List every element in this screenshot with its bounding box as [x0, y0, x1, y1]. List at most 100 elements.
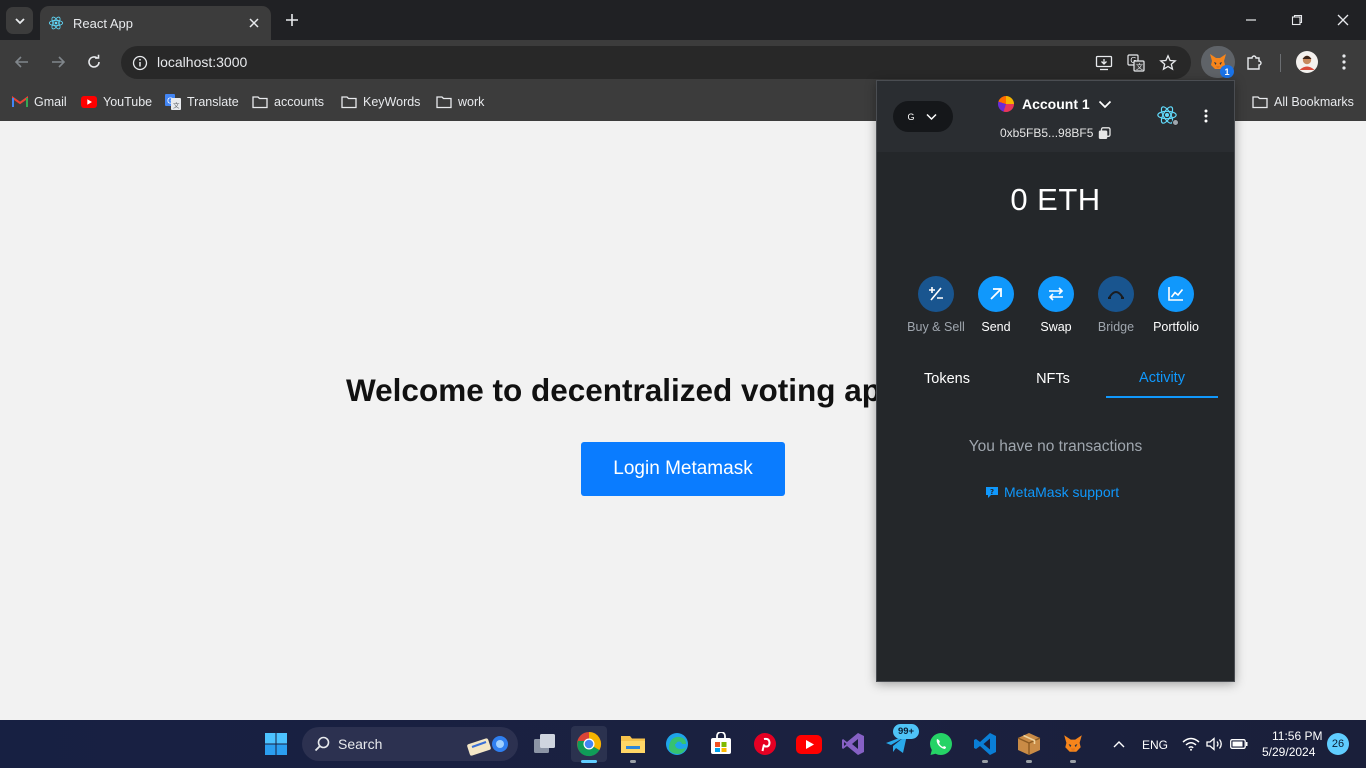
youtube-icon: [796, 734, 822, 754]
search-icon: [314, 736, 330, 752]
taskbar-box-app[interactable]: [1011, 726, 1047, 762]
taskbar-telegram[interactable]: 99+: [879, 724, 919, 762]
account-picker[interactable]: Account 1: [998, 96, 1112, 112]
network-picker[interactable]: G: [893, 101, 953, 132]
taskbar-youtube[interactable]: [791, 726, 827, 762]
address-bar[interactable]: localhost:3000 G文: [121, 46, 1191, 79]
whatsapp-icon: [930, 733, 952, 755]
chevron-up-icon: [1113, 741, 1125, 748]
metamask-extension-button[interactable]: 1: [1201, 46, 1235, 78]
reload-button[interactable]: [80, 48, 108, 76]
tab-close-button[interactable]: [245, 14, 263, 32]
bookmark-folder-accounts[interactable]: accounts: [252, 92, 324, 112]
folder-icon: [341, 94, 357, 110]
taskbar-edge[interactable]: [659, 726, 695, 762]
metamask-menu-button[interactable]: [1197, 105, 1215, 127]
chat-support-icon: ?: [986, 487, 998, 498]
taskbar-store[interactable]: [703, 726, 739, 762]
taskbar-file-explorer[interactable]: [615, 726, 651, 762]
support-link-label: MetaMask support: [1004, 484, 1120, 500]
kebab-menu-icon: [1204, 109, 1208, 123]
windows-icon: [265, 733, 287, 755]
metamask-support-link[interactable]: ? MetaMask support: [985, 484, 1119, 500]
restore-button[interactable]: [1285, 8, 1309, 32]
vscode-icon: [974, 733, 996, 755]
start-button[interactable]: [258, 726, 294, 762]
tab-activity[interactable]: Activity: [1106, 360, 1218, 398]
tab-title: React App: [73, 15, 133, 31]
all-bookmarks-button[interactable]: All Bookmarks: [1252, 92, 1354, 112]
bookmark-gmail[interactable]: Gmail: [12, 92, 67, 112]
bookmark-star-button[interactable]: [1156, 51, 1180, 75]
notification-count-badge[interactable]: 26: [1327, 733, 1349, 755]
task-view-icon: [534, 734, 555, 753]
plus-icon: [286, 14, 298, 26]
battery-status[interactable]: [1228, 726, 1250, 762]
empty-activity-message: You have no transactions: [968, 438, 1143, 455]
close-icon: [249, 18, 259, 28]
url-text: localhost:3000: [157, 54, 248, 70]
bookmark-folder-keywords[interactable]: KeyWords: [341, 92, 420, 112]
running-indicator: [1026, 760, 1032, 763]
minimize-button[interactable]: [1239, 8, 1263, 32]
connection-status-dot: [1172, 119, 1179, 126]
translate-icon: G文: [165, 94, 181, 110]
forward-button[interactable]: [44, 48, 72, 76]
profile-button[interactable]: [1293, 48, 1321, 76]
close-icon: [1337, 14, 1349, 26]
swap-arrows-icon: [1048, 287, 1064, 301]
clock-date[interactable]: 5/29/2024: [1262, 745, 1315, 759]
bookmark-label: work: [458, 95, 485, 109]
account-address-copy[interactable]: 0xb5FB5...98BF5: [1000, 126, 1112, 140]
tab-tokens[interactable]: Tokens: [894, 360, 1000, 398]
browser-tab[interactable]: React App: [40, 6, 271, 40]
taskbar-pinterest[interactable]: [747, 726, 783, 762]
portfolio-button[interactable]: Portfolio: [1140, 276, 1212, 334]
puzzle-icon: [1247, 55, 1262, 70]
browser-menu-button[interactable]: [1330, 48, 1358, 76]
input-language[interactable]: ENG: [1142, 738, 1168, 752]
volume-status[interactable]: [1204, 726, 1226, 762]
site-info-button[interactable]: [127, 50, 152, 75]
send-circle: [978, 276, 1014, 312]
folder-icon: [1252, 94, 1268, 110]
translate-page-button[interactable]: G文: [1124, 51, 1148, 75]
show-hidden-icons-button[interactable]: [1102, 726, 1136, 762]
extensions-button[interactable]: [1241, 48, 1269, 76]
restore-icon: [1291, 14, 1303, 26]
taskbar-metamask[interactable]: [1055, 726, 1091, 762]
edge-icon: [666, 733, 688, 755]
bookmark-youtube[interactable]: YouTube: [81, 92, 152, 112]
bookmark-translate[interactable]: G文 Translate: [165, 92, 239, 112]
active-indicator: [581, 760, 597, 763]
taskbar-vscode[interactable]: [967, 726, 1003, 762]
reload-icon: [88, 54, 100, 68]
clock-time[interactable]: 11:56 PM: [1272, 729, 1322, 743]
tab-search-button[interactable]: [6, 7, 33, 34]
taskbar-chrome[interactable]: [571, 726, 607, 762]
speaker-icon: [1206, 737, 1222, 751]
new-tab-button[interactable]: [281, 9, 303, 31]
svg-text:?: ?: [990, 488, 994, 496]
kebab-menu-icon: [1342, 54, 1346, 70]
bookmark-folder-work[interactable]: work: [436, 92, 484, 112]
wifi-status[interactable]: [1180, 726, 1202, 762]
folder-icon: [436, 94, 452, 110]
bookmark-label: Gmail: [34, 95, 67, 109]
close-window-button[interactable]: [1331, 8, 1355, 32]
taskbar-search[interactable]: Search: [302, 727, 518, 761]
tab-nfts[interactable]: NFTs: [1000, 360, 1106, 398]
plus-minus-icon: [929, 287, 943, 301]
toolbar-divider: [1280, 54, 1281, 72]
task-view-button[interactable]: [527, 726, 563, 762]
search-label: Search: [338, 736, 383, 752]
site-settings-icon: [132, 55, 147, 70]
taskbar-whatsapp[interactable]: [923, 726, 959, 762]
back-button[interactable]: [8, 48, 36, 76]
pinterest-icon: [754, 733, 776, 755]
login-metamask-button[interactable]: Login Metamask: [581, 442, 785, 496]
install-app-button[interactable]: [1092, 51, 1116, 75]
taskbar-visual-studio[interactable]: [835, 726, 871, 762]
extension-badge: 1: [1220, 65, 1234, 78]
chevron-down-icon: [1098, 100, 1111, 108]
